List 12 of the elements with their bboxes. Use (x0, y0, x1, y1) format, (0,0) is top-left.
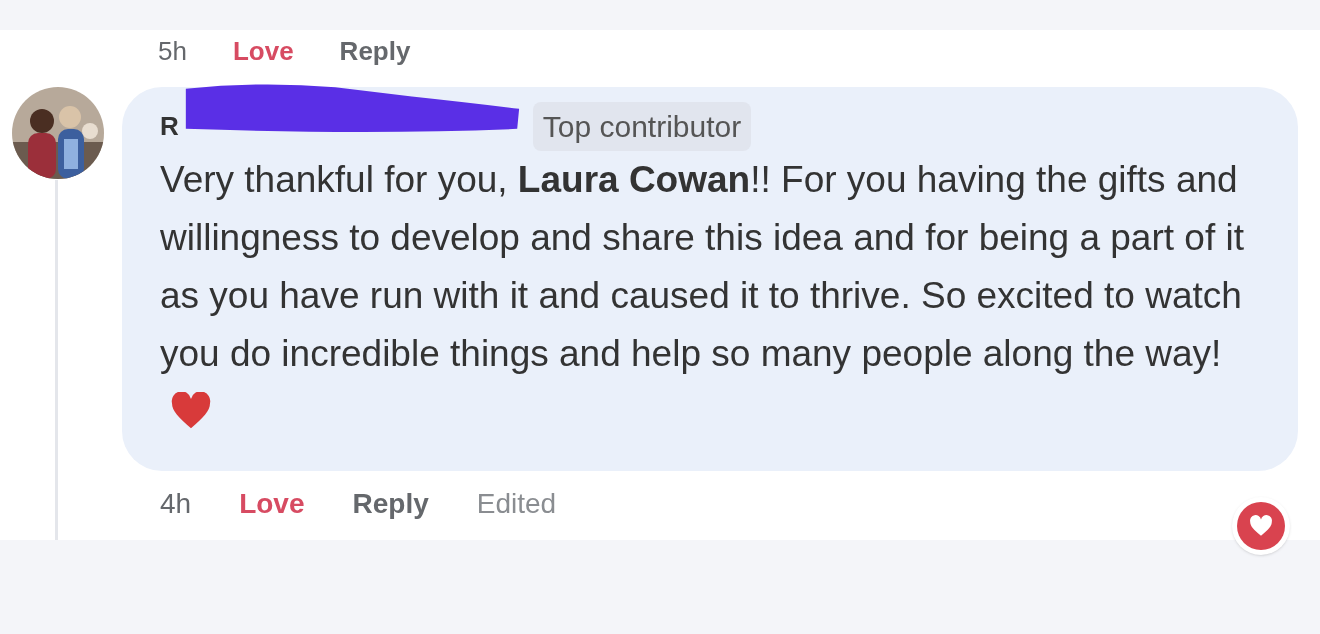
reply-link[interactable]: Reply (339, 32, 411, 71)
edited-label: Edited (476, 487, 557, 521)
love-link[interactable]: Love (239, 483, 305, 525)
heart-icon (170, 392, 212, 430)
reply-link[interactable]: Reply (352, 483, 429, 525)
top-contributor-badge: Top contributor (532, 101, 752, 151)
love-reaction-icon[interactable] (1232, 497, 1290, 555)
timestamp: 5h (158, 35, 187, 68)
comment-text: Very thankful for you, Laura Cowan!! For you having the gifts and willingness to develop and share this idea and for being a part of it as you have run with it and caused it to thrive. So excited to watch you do incredible things and help so many people along the way! (160, 151, 1270, 441)
author-name[interactable]: R (160, 106, 179, 146)
love-link[interactable]: Love (232, 32, 294, 71)
timestamp: 4h (160, 487, 192, 521)
